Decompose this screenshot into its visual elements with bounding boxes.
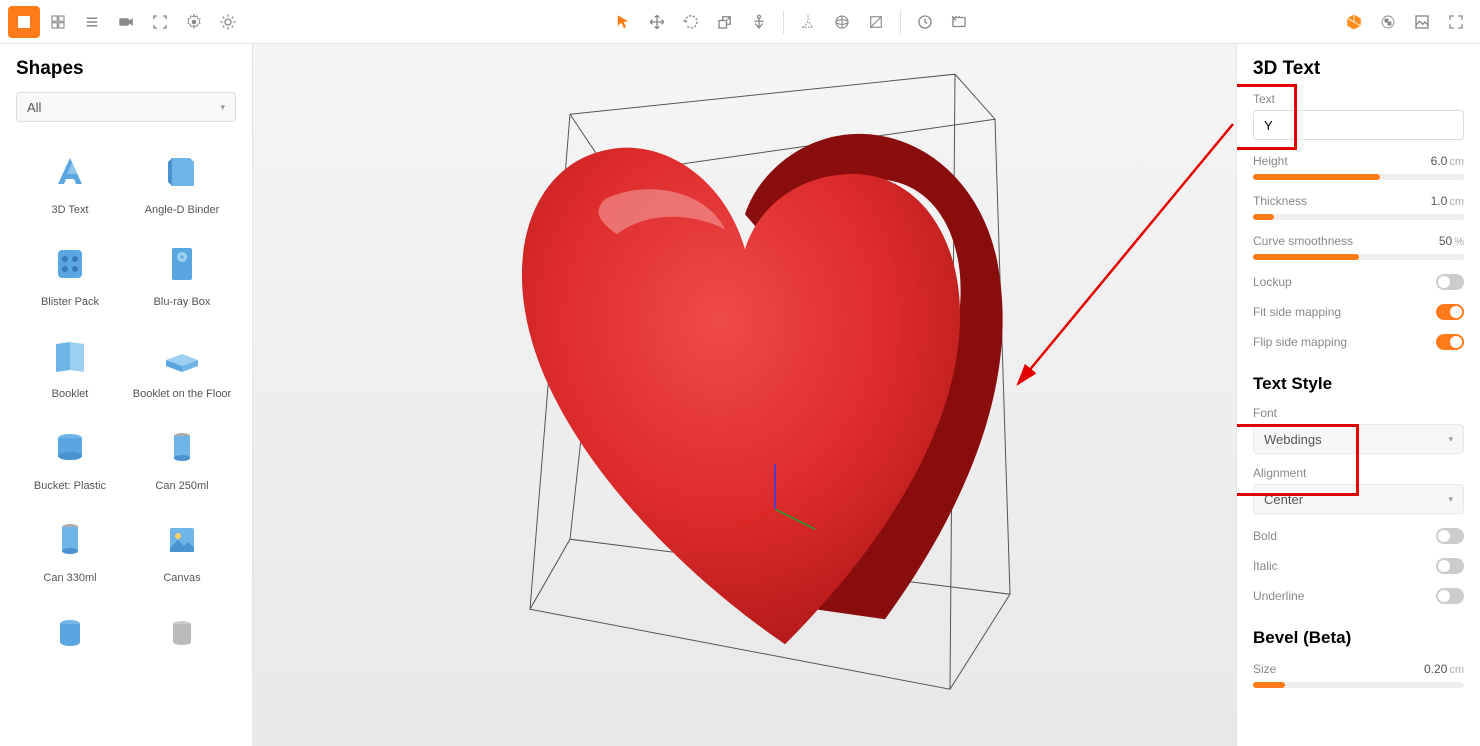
shape-booklet-floor[interactable]: Booklet on the Floor	[128, 324, 236, 410]
checker-icon[interactable]	[1372, 6, 1404, 38]
height-unit: cm	[1449, 156, 1464, 168]
chevron-down-icon: ▾	[1448, 494, 1453, 505]
frame-button[interactable]	[144, 6, 176, 38]
cube-icon[interactable]	[1338, 6, 1370, 38]
align-value: Center	[1264, 492, 1303, 507]
shape-label: Can 330ml	[43, 572, 96, 584]
shape-label: Booklet on the Floor	[133, 388, 231, 400]
textstyle-title: Text Style	[1253, 374, 1464, 394]
viewport[interactable]	[253, 44, 1236, 746]
list-button[interactable]	[76, 6, 108, 38]
shape-label: Angle-D Binder	[145, 204, 220, 216]
shapes-panel: Shapes All ▾ 3D Text Angle-D Binder Blis…	[0, 44, 253, 746]
bold-toggle[interactable]	[1436, 528, 1464, 544]
add-button[interactable]	[8, 6, 40, 38]
camera-button[interactable]	[110, 6, 142, 38]
shapes-filter-value: All	[27, 100, 41, 115]
shape-label: Blister Pack	[41, 296, 99, 308]
font-value: Webdings	[1264, 432, 1322, 447]
render-tool[interactable]	[943, 6, 975, 38]
shape-bucket[interactable]: Bucket: Plastic	[16, 416, 124, 502]
shape-label: Bucket: Plastic	[34, 480, 106, 492]
thickness-slider[interactable]	[1253, 214, 1464, 220]
bevelsize-unit: cm	[1449, 664, 1464, 676]
shape-label: Can 250ml	[155, 480, 208, 492]
rotate-tool[interactable]	[675, 6, 707, 38]
lockup-toggle[interactable]	[1436, 274, 1464, 290]
text-input[interactable]	[1253, 110, 1464, 140]
shapes-grid: 3D Text Angle-D Binder Blister Pack Blu-…	[16, 140, 236, 664]
align-label: Alignment	[1253, 466, 1464, 480]
font-select[interactable]: Webdings ▾	[1253, 424, 1464, 454]
bevel-title: Bevel (Beta)	[1253, 628, 1464, 648]
shape-binder[interactable]: Angle-D Binder	[128, 140, 236, 226]
shape-bluray[interactable]: Blu-ray Box	[128, 232, 236, 318]
fitside-label: Fit side mapping	[1253, 305, 1341, 319]
separator	[900, 10, 901, 34]
rendered-object	[395, 49, 1095, 709]
underline-toggle[interactable]	[1436, 588, 1464, 604]
bold-label: Bold	[1253, 529, 1277, 543]
material-tool[interactable]	[860, 6, 892, 38]
snap-tool[interactable]	[792, 6, 824, 38]
italic-label: Italic	[1253, 559, 1278, 573]
shape-label: Blu-ray Box	[154, 296, 211, 308]
text-label: Text	[1253, 92, 1464, 106]
chevron-down-icon: ▾	[1448, 434, 1453, 445]
bevelsize-value: 0.20	[1424, 662, 1447, 676]
scale-tool[interactable]	[709, 6, 741, 38]
curve-value: 50	[1439, 234, 1452, 248]
height-label: Height	[1253, 154, 1288, 168]
shapes-filter[interactable]: All ▾	[16, 92, 236, 122]
shape-extra1[interactable]	[16, 600, 124, 664]
curve-label: Curve smoothness	[1253, 234, 1353, 248]
sun-button[interactable]	[212, 6, 244, 38]
shapes-title: Shapes	[16, 58, 236, 80]
image-icon[interactable]	[1406, 6, 1438, 38]
grid-button[interactable]	[42, 6, 74, 38]
lockup-label: Lockup	[1253, 275, 1292, 289]
shape-extra2[interactable]	[128, 600, 236, 664]
shape-booklet[interactable]: Booklet	[16, 324, 124, 410]
shape-can250[interactable]: Can 250ml	[128, 416, 236, 502]
italic-toggle[interactable]	[1436, 558, 1464, 574]
thickness-value: 1.0	[1431, 194, 1448, 208]
shape-can330[interactable]: Can 330ml	[16, 508, 124, 594]
font-label: Font	[1253, 406, 1464, 420]
inspector-panel: 3D Text Text Height 6.0cm Thickness 1.0c…	[1236, 44, 1480, 746]
bevelsize-label: Size	[1253, 662, 1276, 676]
shape-label: Canvas	[163, 572, 200, 584]
flipside-label: Flip side mapping	[1253, 335, 1347, 349]
globe-tool[interactable]	[826, 6, 858, 38]
settings-button[interactable]	[178, 6, 210, 38]
curve-slider[interactable]	[1253, 254, 1464, 260]
bevelsize-slider[interactable]	[1253, 682, 1464, 688]
toolbar	[0, 0, 1480, 44]
inspector-title: 3D Text	[1253, 58, 1464, 80]
thickness-label: Thickness	[1253, 194, 1307, 208]
anchor-tool[interactable]	[743, 6, 775, 38]
history-tool[interactable]	[909, 6, 941, 38]
shape-label: 3D Text	[51, 204, 88, 216]
flipside-toggle[interactable]	[1436, 334, 1464, 350]
height-value: 6.0	[1431, 154, 1448, 168]
height-slider[interactable]	[1253, 174, 1464, 180]
chevron-down-icon: ▾	[220, 102, 225, 113]
shape-canvas[interactable]: Canvas	[128, 508, 236, 594]
pointer-tool[interactable]	[607, 6, 639, 38]
curve-unit: %	[1454, 236, 1464, 248]
shape-3d-text[interactable]: 3D Text	[16, 140, 124, 226]
fitside-toggle[interactable]	[1436, 304, 1464, 320]
move-tool[interactable]	[641, 6, 673, 38]
underline-label: Underline	[1253, 589, 1304, 603]
thickness-unit: cm	[1449, 196, 1464, 208]
shape-blister[interactable]: Blister Pack	[16, 232, 124, 318]
shape-label: Booklet	[52, 388, 89, 400]
align-select[interactable]: Center ▾	[1253, 484, 1464, 514]
fullscreen-icon[interactable]	[1440, 6, 1472, 38]
separator	[783, 10, 784, 34]
